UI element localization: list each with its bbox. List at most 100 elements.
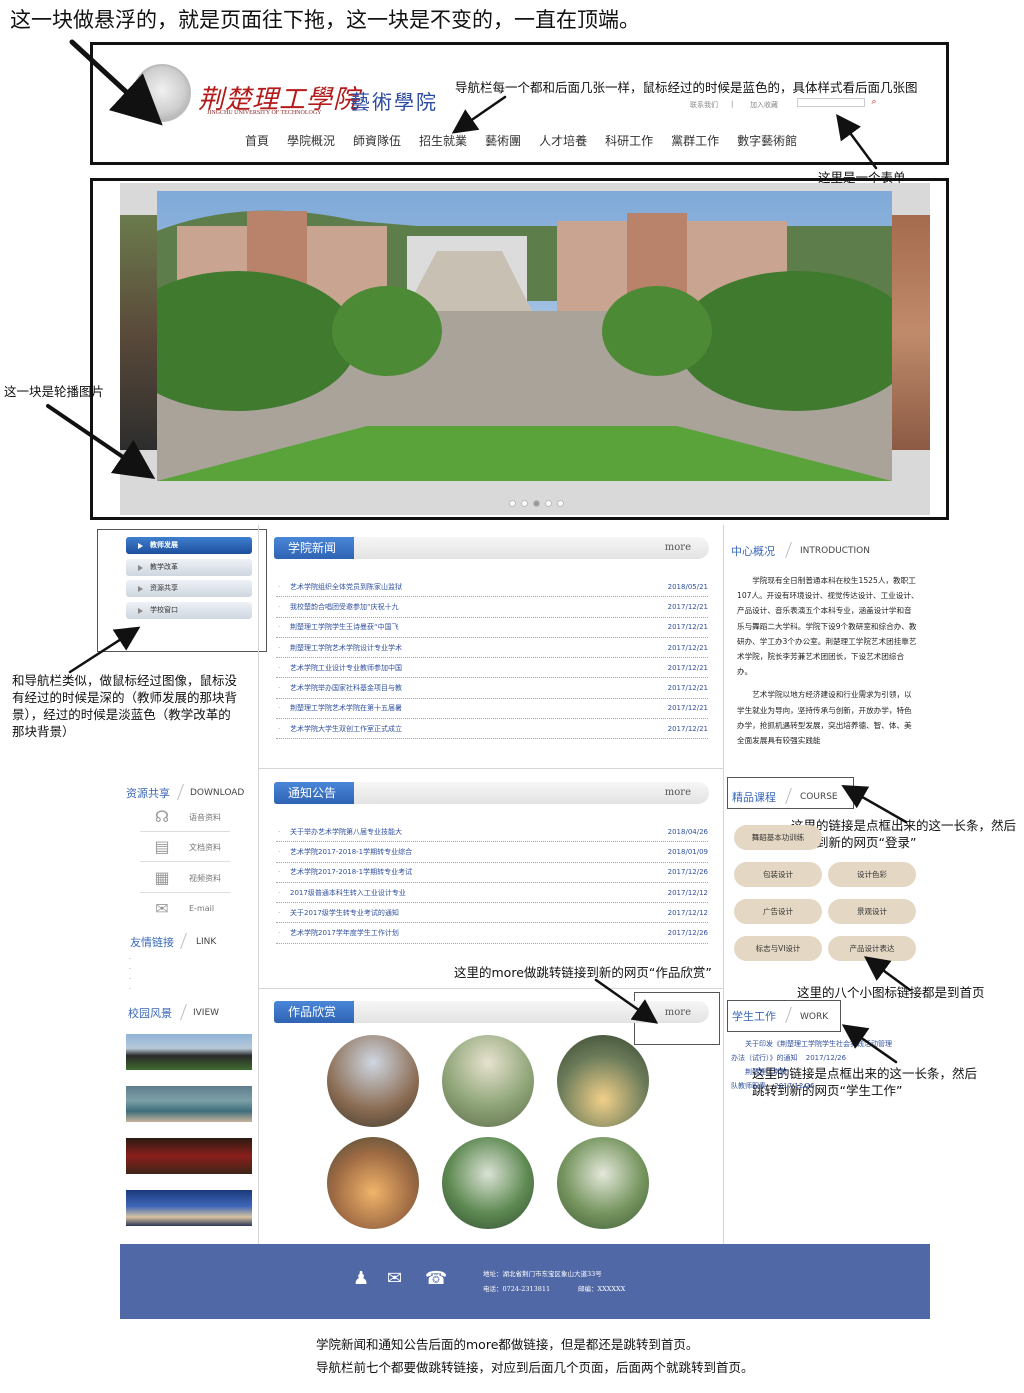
note-top: 这一块做悬浮的，就是页面往下拖，这一块是不变的，一直在顶端。 [10,8,640,32]
artwork-thumbnail[interactable] [442,1137,534,1229]
divider [177,784,184,800]
list-item[interactable]: 2017级普通本科生转入工业设计专业2017/12/12 [276,883,708,904]
divider [258,525,259,1245]
search-input[interactable] [797,98,865,107]
divider [785,542,792,558]
mail-icon[interactable]: ✉ [387,1268,402,1289]
carousel-image[interactable] [157,191,892,481]
download-item-audio[interactable]: ☊ 语音资料 [140,802,230,832]
intro-paragraph: 学院现有全日制普通本科在校生1525人，教职工107人。开设有环境设计、视觉传达… [737,576,919,677]
nav-item-overview[interactable]: 學院概況 [278,133,344,149]
divider: | [731,100,734,108]
course-title[interactable]: 精品课程 [732,789,776,805]
work-title[interactable]: 学生工作 [732,1008,776,1024]
carousel-dot-active[interactable] [533,500,540,507]
course-link[interactable]: 包装设计 [734,862,822,887]
left-menu-teaching-reform[interactable]: 教学改革 [126,558,252,576]
carousel-indicators [509,500,564,507]
list-item[interactable]: 队教师职责 2017/12/26 [731,1079,917,1093]
list-item[interactable]: 艺术学院2017-2018-1学期转专业综合2018/01/09 [276,842,708,863]
list-item[interactable]: 艺术学院组织全体党员到陈家山监狱2018/05/21 [276,577,708,598]
left-menu-teacher-development[interactable]: 教师发展 [126,537,252,554]
note-bottom1: 学院新闻和通知公告后面的more都做链接，但是都还是跳转到首页。 [316,1337,699,1352]
document-icon: ▤ [154,837,170,856]
note-works: 这里的more做跳转链接到新的网页“作品欣赏” [454,965,712,980]
carousel-dot[interactable] [521,500,528,507]
note-leftmenu: 和导航栏类似，做鼠标经过图像，鼠标没有经过的时候是深的（教师发展的那块背景），经… [12,673,238,739]
nav-item-research[interactable]: 科研工作 [596,133,662,149]
notice-header: 通知公告 more [274,782,709,804]
download-item-video[interactable]: ▦ 视频资料 [140,863,230,893]
news-more-link[interactable]: more [665,542,691,553]
course-link[interactable]: 舞蹈基本功训练 [734,825,822,850]
list-item[interactable]: 艺术学院2017学年度学生工作计划2017/12/26 [276,923,708,944]
links-dots: · · · · [129,956,131,993]
campus-photo[interactable] [126,1034,252,1070]
list-item[interactable]: 关于举办艺术学院第八届专业技能大2018/04/26 [276,822,708,843]
campus-photo[interactable] [126,1086,252,1122]
footer-postcode: 邮编：XXXXXX [578,1285,626,1293]
carousel-prev-slide[interactable] [120,215,158,450]
left-menu-school-window[interactable]: 学校窗口 [126,601,252,619]
news-title: 学院新闻 [274,537,354,559]
campus-title: 校园风景 [128,1007,172,1020]
works-more-link[interactable]: more [665,1007,691,1018]
center-intro: 学院现有全日制普通本科在校生1525人，教职工107人。开设有环境设计、视觉传达… [737,573,919,748]
list-item[interactable]: 关于2017级学生转专业考试的通知2017/12/12 [276,903,708,924]
carousel-dot[interactable] [545,500,552,507]
list-item[interactable]: 关于印发《荆楚理工学院学生社会实践活动管理 [731,1037,917,1051]
qq-icon[interactable]: ♟ [353,1268,369,1289]
nav-item-party[interactable]: 黨群工作 [662,133,728,149]
carousel-dot[interactable] [557,500,564,507]
nav-item-home[interactable]: 首頁 [236,133,278,149]
download-item-document[interactable]: ▤ 文档资料 [140,832,230,862]
list-item[interactable]: 艺术学院工业设计专业教师参加中国2017/12/21 [276,658,708,679]
nav-item-training[interactable]: 人才培養 [530,133,596,149]
list-item[interactable]: 我校楚韵合唱团受邀参加“庆祝十九2017/12/21 [276,597,708,618]
favorite-link[interactable]: 加入收藏 [750,100,778,110]
list-item[interactable]: 艺术学院2017-2018-1学期转专业考试2017/12/26 [276,863,708,883]
note-bottom2: 导航栏前七个都要做跳转链接，对应到后面几个页面，后面两个就跳转到首页。 [316,1360,754,1375]
divider [180,1004,187,1020]
footer [120,1244,930,1319]
nav-item-faculty[interactable]: 師資隊伍 [344,133,410,149]
course-grid: 舞蹈基本功训练 包装设计 设计色彩 广告设计 景观设计 标志与VI设计 产品设计… [734,825,916,961]
list-item[interactable]: 艺术学院举办国家社科基金项目与教2017/12/21 [276,678,708,699]
artwork-thumbnail[interactable] [557,1035,649,1127]
carousel-dot[interactable] [509,500,516,507]
campus-photo[interactable] [126,1190,252,1226]
nav-item-gallery[interactable]: 數字藝術館 [728,133,806,149]
course-link[interactable]: 设计色彩 [828,862,916,887]
carousel-next-slide[interactable] [892,215,930,450]
campus-photo[interactable] [126,1138,252,1174]
list-item[interactable]: 艺术学院大学生双创工作室正式成立2017/12/21 [276,719,708,740]
intro-paragraph: 艺术学院以地方经济建设和行业需求为引领，以学生就业为导向，坚持传承与创新，开放办… [737,690,912,746]
nav-item-troupe[interactable]: 藝術團 [476,133,530,149]
left-menu: 教师发展 教学改革 资源共享 学校窗口 [126,537,252,623]
artwork-thumbnail[interactable] [327,1035,419,1127]
list-item[interactable]: 办法（试行）》的通知 2017/12/26 [731,1051,917,1065]
school-seal-logo[interactable] [133,64,191,122]
contact-link[interactable]: 联系我们 [690,100,718,110]
headphones-icon: ☊ [154,807,170,826]
course-link[interactable]: 广告设计 [734,899,822,924]
list-item[interactable]: 荆楚理工学院学生王诗曼获“中国飞2017/12/21 [276,618,708,638]
search-icon[interactable]: ⌕ [869,96,879,108]
divider [180,933,187,949]
left-menu-resource-sharing[interactable]: 资源共享 [126,580,252,597]
nav-item-admission[interactable]: 招生就業 [410,133,476,149]
list-item[interactable]: 荆楚理工学院艺术学院设计专业学术2017/12/21 [276,638,708,659]
artwork-thumbnail[interactable] [327,1137,419,1229]
list-item[interactable]: 荆楚理工学院 [731,1065,917,1079]
artwork-thumbnail[interactable] [442,1035,534,1127]
course-link[interactable]: 标志与VI设计 [734,936,822,961]
notice-more-link[interactable]: more [665,787,691,798]
artwork-thumbnail[interactable] [557,1137,649,1229]
download-item-email[interactable]: ✉ E-mail [140,894,230,924]
course-link[interactable]: 产品设计表达 [828,936,916,961]
course-link[interactable]: 景观设计 [828,899,916,924]
links-subtitle: LINK [196,937,217,947]
phone-icon[interactable]: ☎ [425,1268,447,1289]
notice-title: 通知公告 [274,782,354,804]
list-item[interactable]: 荆楚理工学院艺术学院在第十五届暑2017/12/21 [276,699,708,720]
